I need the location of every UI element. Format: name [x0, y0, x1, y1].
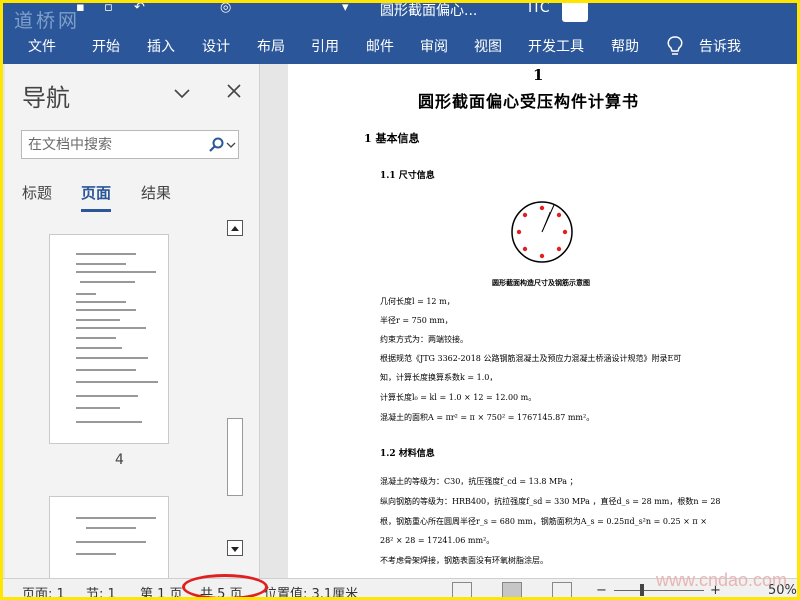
thumbnail-scrollbar[interactable] — [225, 218, 245, 564]
body-line: 纵向钢筋的等级为：HRB400，抗拉强度f_sd = 330 MPa ，直径d_… — [380, 497, 721, 506]
body-line: 根据规范《JTG 3362-2018 公路钢筋混凝土及预应力混凝土桥涵设计规范》… — [380, 354, 682, 363]
body-line: 半径r = 750 mm， — [380, 316, 453, 325]
triangle-down-icon — [231, 547, 239, 552]
body-line: 混凝土的面积A = πr² = π × 750² = 1767145.87 mm… — [380, 413, 595, 422]
tab-design[interactable]: 设计 — [202, 36, 230, 56]
lightbulb-icon — [667, 36, 683, 55]
body-line: 28² × 28 = 17241.06 mm²。 — [380, 536, 495, 545]
search-box[interactable] — [21, 130, 239, 159]
scroll-up-button[interactable] — [227, 220, 243, 236]
chevron-down-icon[interactable] — [173, 84, 191, 102]
customize-qat-icon[interactable]: ▾ — [342, 0, 349, 15]
tab-file[interactable]: 文件 — [28, 36, 56, 56]
tab-mailings[interactable]: 邮件 — [366, 36, 394, 56]
avatar[interactable] — [562, 0, 588, 22]
tab-insert[interactable]: 插入 — [147, 36, 175, 56]
save-icon[interactable]: ▪ — [76, 0, 85, 15]
close-icon[interactable] — [225, 82, 243, 100]
scroll-thumb[interactable] — [227, 418, 243, 496]
document-title: 圆形截面偏心... — [380, 3, 478, 19]
body-line: 约束方式为：两端铰接。 — [380, 335, 468, 344]
search-icon[interactable] — [208, 137, 224, 153]
subsection-heading: 1.1 尺寸信息 — [380, 171, 435, 181]
search-input[interactable] — [28, 135, 198, 155]
zoom-out-button[interactable]: − — [596, 583, 607, 598]
tab-view[interactable]: 视图 — [474, 36, 502, 56]
tab-review[interactable]: 审阅 — [420, 36, 448, 56]
body-line: 知，计算长度换算系数k = 1.0， — [380, 373, 498, 382]
nav-title: 导航 — [22, 84, 70, 112]
page-number: 1 — [533, 66, 544, 84]
body-line: 混凝土的等级为：C30，抗压强度f_cd = 13.8 MPa ； — [380, 477, 578, 486]
nav-tab-results[interactable]: 结果 — [141, 182, 171, 203]
page-thumbnail[interactable] — [49, 496, 169, 578]
nav-tab-pages[interactable]: 页面 — [81, 182, 111, 203]
circular-section-diagram — [511, 201, 573, 263]
touch-mode-icon[interactable]: ◎ — [220, 0, 231, 15]
tab-references[interactable]: 引用 — [311, 36, 339, 56]
document-heading: 圆形截面偏心受压构件计算书 — [418, 92, 640, 111]
figure-caption: 圆形截面构造尺寸及钢筋示意图 — [492, 278, 590, 287]
watermark-url: www.cndao.com — [656, 570, 788, 590]
chevron-down-icon[interactable] — [226, 140, 236, 150]
tab-layout[interactable]: 布局 — [257, 36, 285, 56]
scroll-down-button[interactable] — [227, 540, 243, 556]
page-thumbnail[interactable] — [49, 234, 169, 444]
body-line: 几何长度l = 12 m， — [380, 297, 455, 306]
tab-developer[interactable]: 开发工具 — [528, 36, 584, 56]
section-heading: 1 基本信息 — [364, 132, 420, 145]
highlight-oval — [182, 574, 268, 600]
document-page[interactable]: 1 圆形截面偏心受压构件计算书 1 基本信息 1.1 尺寸信息 圆形截面构造尺寸… — [288, 64, 800, 578]
page-thumbnails: 4 — [5, 220, 225, 578]
status-section[interactable]: 节: 1 — [86, 583, 116, 600]
status-page-of[interactable]: 第 1 页 — [140, 583, 183, 600]
ribbon-tabs: 文件 开始 插入 设计 布局 引用 邮件 审阅 视图 开发工具 帮助 告诉我 — [0, 30, 800, 64]
body-line: 不考虑骨架焊接，钢筋表面没有环氧树脂涂层。 — [380, 556, 548, 565]
user-name[interactable]: ITC — [528, 0, 550, 16]
tell-me-box[interactable]: 告诉我 — [699, 36, 741, 56]
new-doc-icon[interactable]: ▫ — [104, 0, 113, 15]
body-line: 根，钢筋重心所在圆周半径r_s = 680 mm，钢筋面积为A_s = 0.25… — [380, 517, 707, 526]
document-area[interactable]: 1 圆形截面偏心受压构件计算书 1 基本信息 1.1 尺寸信息 圆形截面构造尺寸… — [260, 64, 800, 578]
print-layout-button[interactable] — [502, 582, 522, 598]
web-layout-button[interactable] — [552, 582, 572, 598]
status-position[interactable]: 位置值: 3.1厘米 — [264, 583, 358, 600]
watermark-logo: 道桥网 — [14, 10, 81, 32]
undo-icon[interactable]: ↶ — [134, 0, 145, 15]
thumbnail-page-number: 4 — [115, 452, 124, 468]
tab-help[interactable]: 帮助 — [611, 36, 639, 56]
subsection-heading: 1.2 材料信息 — [380, 449, 435, 459]
status-page[interactable]: 页面: 1 — [22, 583, 65, 600]
active-tab-indicator — [81, 209, 111, 212]
triangle-up-icon — [231, 226, 239, 231]
navigation-pane: 导航 标题 页面 结果 — [5, 64, 260, 578]
read-mode-button[interactable] — [452, 582, 472, 598]
tab-home[interactable]: 开始 — [92, 36, 120, 56]
body-line: 计算长度l₀ = kl = 1.0 × 12 = 12.00 m。 — [380, 393, 537, 402]
nav-tab-headings[interactable]: 标题 — [22, 182, 52, 203]
title-bar: 道桥网 ▪ ▫ ↶ ◎ ▾ 圆形截面偏心... ITC — [0, 0, 800, 32]
zoom-slider-knob[interactable] — [640, 584, 644, 596]
